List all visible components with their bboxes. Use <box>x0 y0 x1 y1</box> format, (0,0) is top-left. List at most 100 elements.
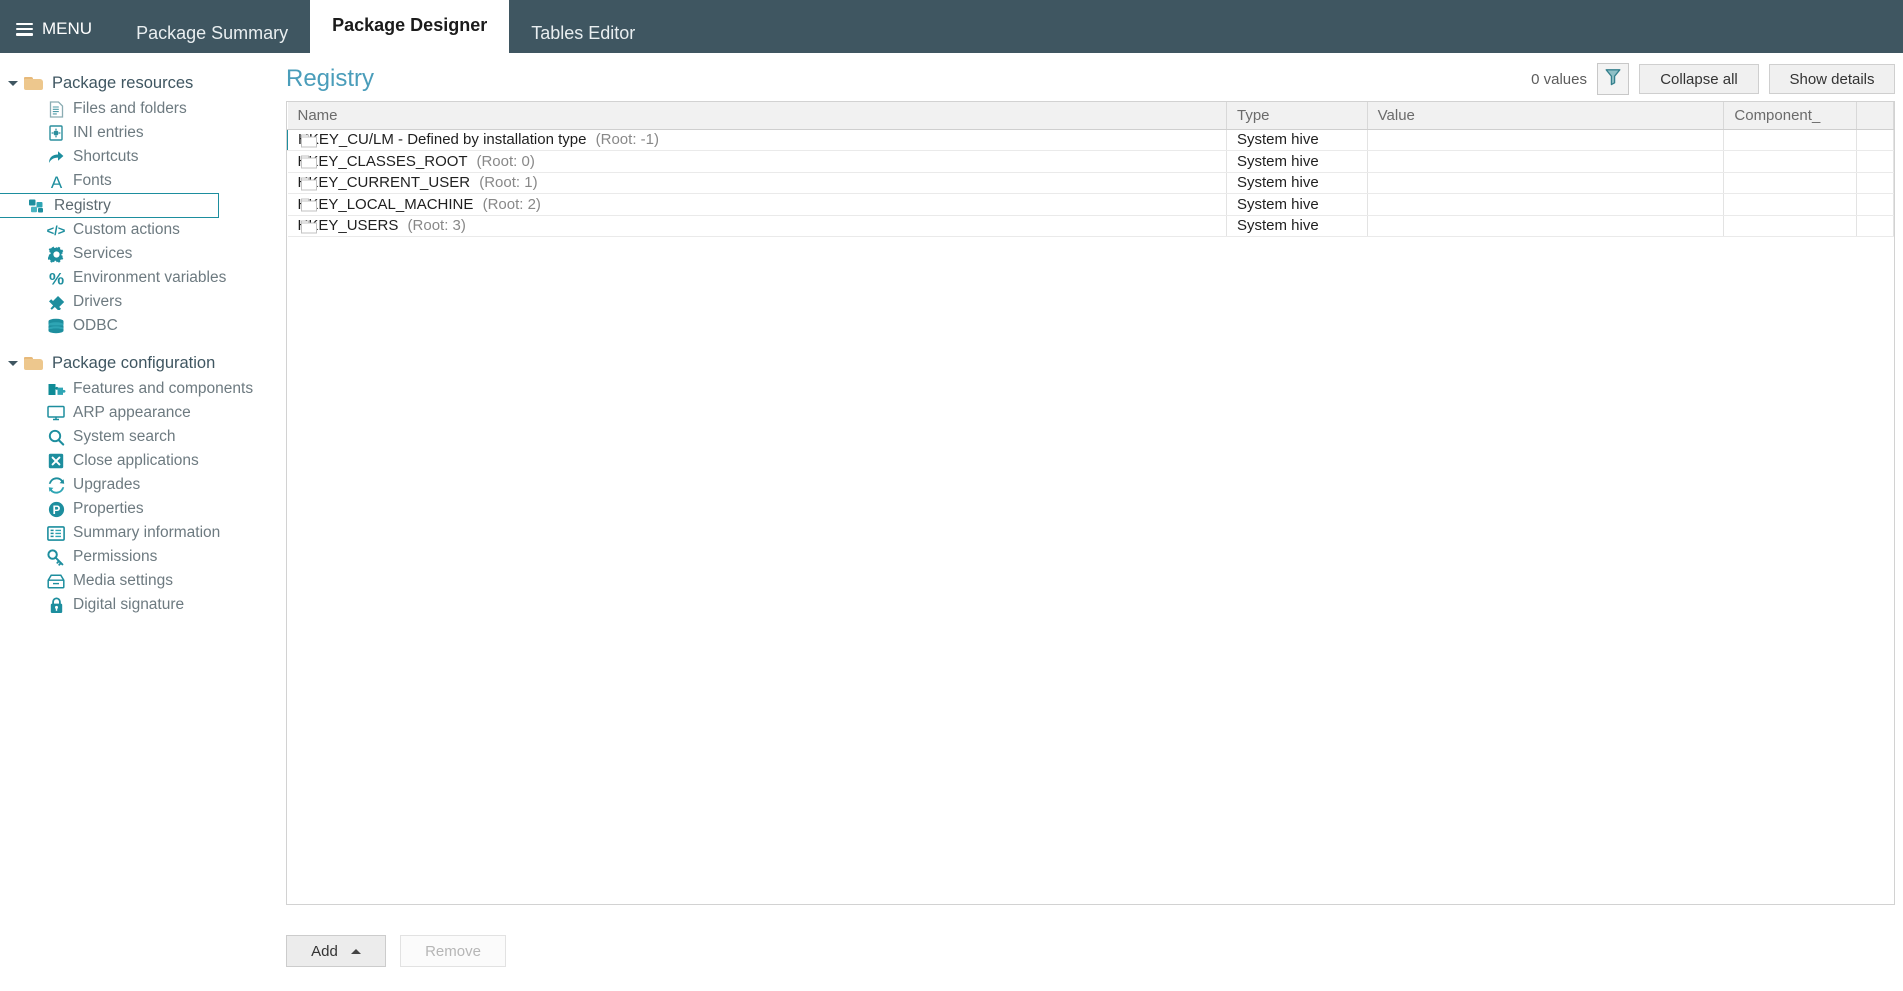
sidebar-item-close-applications[interactable]: Close applications <box>0 449 286 473</box>
filter-button[interactable] <box>1597 63 1629 95</box>
cell-value[interactable] <box>1367 215 1725 237</box>
sidebar-item-registry[interactable]: Registry <box>0 193 219 218</box>
cell-component[interactable] <box>1723 193 1857 216</box>
cell-extra[interactable] <box>1856 172 1894 194</box>
cell-component[interactable] <box>1723 215 1857 237</box>
sidebar-item-shortcuts[interactable]: Shortcuts <box>0 145 286 169</box>
cell-name[interactable]: HKEY_LOCAL_MACHINE (Root: 2) <box>287 193 1227 216</box>
registry-grid[interactable]: Name Type Value Component_ HKEY_CU/LM - … <box>286 101 1895 905</box>
sidebar-item-files-and-folders[interactable]: Files and folders <box>0 97 286 121</box>
shortcut-arrow-icon <box>45 148 67 167</box>
chevron-up-icon[interactable] <box>350 948 361 954</box>
cell-type[interactable]: System hive <box>1226 215 1368 237</box>
tab-package-summary[interactable]: Package Summary <box>114 13 310 53</box>
collapse-all-button[interactable]: Collapse all <box>1639 64 1759 94</box>
database-icon <box>45 317 67 336</box>
cell-type[interactable]: System hive <box>1226 193 1368 216</box>
cell-name[interactable]: HKEY_CLASSES_ROOT (Root: 0) <box>287 150 1227 173</box>
sidebar-item-upgrades[interactable]: Upgrades <box>0 473 286 497</box>
tab-package-designer[interactable]: Package Designer <box>310 0 510 53</box>
ini-file-icon <box>45 124 67 143</box>
column-header-value[interactable]: Value <box>1367 102 1725 130</box>
cell-value[interactable] <box>1367 128 1725 151</box>
cell-type[interactable]: System hive <box>1226 172 1368 194</box>
cell-name[interactable]: HKEY_USERS (Root: 3) <box>287 215 1227 237</box>
sidebar-item-label: Permissions <box>73 548 158 565</box>
key-icon <box>45 548 67 567</box>
sidebar-item-system-search[interactable]: System search <box>0 425 286 449</box>
folder-node-icon[interactable] <box>300 155 317 169</box>
cell-extra[interactable] <box>1856 193 1894 216</box>
folder-node-icon[interactable] <box>300 198 317 212</box>
cell-value[interactable] <box>1367 193 1725 216</box>
column-header-name[interactable]: Name <box>287 102 1227 130</box>
group-header-package-resources[interactable]: Package resources <box>0 69 286 97</box>
sidebar-item-services[interactable]: Services <box>0 242 286 266</box>
group-label: Package resources <box>52 73 194 92</box>
column-header-extra[interactable] <box>1856 102 1894 130</box>
cell-component[interactable] <box>1723 172 1857 194</box>
cell-extra[interactable] <box>1856 150 1894 173</box>
chevron-down-icon[interactable] <box>6 356 20 370</box>
sidebar-item-label: Registry <box>54 196 111 214</box>
table-row[interactable]: HKEY_LOCAL_MACHINE (Root: 2) System hive <box>287 193 1894 216</box>
sidebar-item-arp-appearance[interactable]: ARP appearance <box>0 401 286 425</box>
row-root: (Root: 1) <box>479 174 538 192</box>
registry-blocks-icon <box>26 196 48 215</box>
folder-node-icon[interactable] <box>300 177 317 191</box>
sidebar-item-summary-information[interactable]: Summary information <box>0 521 286 545</box>
sidebar-item-properties[interactable]: P Properties <box>0 497 286 521</box>
cell-component[interactable] <box>1723 150 1857 173</box>
cell-value[interactable] <box>1367 172 1725 194</box>
table-row[interactable]: HKEY_CU/LM - Defined by installation typ… <box>287 128 1894 151</box>
cell-component[interactable] <box>1723 128 1857 151</box>
folder-node-icon[interactable] <box>300 220 317 234</box>
svg-text:A: A <box>50 173 62 190</box>
show-details-button[interactable]: Show details <box>1769 64 1895 94</box>
sidebar-item-environment-variables[interactable]: % Environment variables <box>0 266 286 290</box>
sidebar-item-ini-entries[interactable]: INI entries <box>0 121 286 145</box>
sidebar-item-features-and-components[interactable]: Features and components <box>0 377 286 401</box>
group-header-package-configuration[interactable]: Package configuration <box>0 349 286 377</box>
sidebar-item-label: Close applications <box>73 452 199 469</box>
sidebar-item-permissions[interactable]: Permissions <box>0 545 286 569</box>
cell-value[interactable] <box>1367 150 1725 173</box>
row-root: (Root: 0) <box>476 152 535 170</box>
cell-extra[interactable] <box>1856 215 1894 237</box>
table-row[interactable]: HKEY_USERS (Root: 3) System hive <box>287 215 1894 237</box>
column-header-component[interactable]: Component_ <box>1723 102 1857 130</box>
cell-name[interactable]: HKEY_CURRENT_USER (Root: 1) <box>287 172 1227 194</box>
table-row[interactable]: HKEY_CURRENT_USER (Root: 1) System hive <box>287 172 1894 194</box>
sidebar-item-odbc[interactable]: ODBC <box>0 314 286 338</box>
column-header-type[interactable]: Type <box>1226 102 1368 130</box>
tab-strip: Package Summary Package Designer Tables … <box>114 0 657 53</box>
panel-header: Registry 0 values Collapse all Show deta… <box>286 53 1903 97</box>
sidebar-item-fonts[interactable]: A Fonts <box>0 169 286 193</box>
cell-extra[interactable] <box>1856 128 1894 151</box>
add-button[interactable]: Add <box>286 935 386 967</box>
sidebar-item-drivers[interactable]: Drivers <box>0 290 286 314</box>
chevron-down-icon[interactable] <box>6 76 20 90</box>
page-title: Registry <box>286 65 375 92</box>
sidebar-item-media-settings[interactable]: Media settings <box>0 569 286 593</box>
cell-name[interactable]: HKEY_CU/LM - Defined by installation typ… <box>287 128 1227 151</box>
folder-node-icon[interactable] <box>301 134 317 148</box>
sidebar-item-custom-actions[interactable]: </> Custom actions <box>0 218 286 242</box>
svg-text:</>: </> <box>47 223 66 238</box>
main-content-panel: Registry 0 values Collapse all Show deta… <box>286 53 1903 991</box>
remove-button: Remove <box>400 935 506 967</box>
registry-table: Name Type Value Component_ HKEY_CU/LM - … <box>287 102 1894 237</box>
footer-action-bar: Add Remove <box>286 935 506 967</box>
sidebar-item-label: Services <box>73 245 133 262</box>
tab-tables-editor[interactable]: Tables Editor <box>509 13 657 53</box>
sidebar-item-label: ODBC <box>73 317 118 334</box>
table-row[interactable]: HKEY_CLASSES_ROOT (Root: 0) System hive <box>287 150 1894 173</box>
monitor-icon <box>45 404 67 423</box>
sidebar-item-digital-signature[interactable]: Digital signature <box>0 593 286 617</box>
list-lines-icon <box>45 524 67 543</box>
document-icon <box>45 100 67 119</box>
menu-button[interactable]: MENU <box>0 19 114 53</box>
cell-type[interactable]: System hive <box>1226 150 1368 173</box>
sidebar-item-label: Features and components <box>73 380 254 397</box>
cell-type[interactable]: System hive <box>1226 128 1368 151</box>
